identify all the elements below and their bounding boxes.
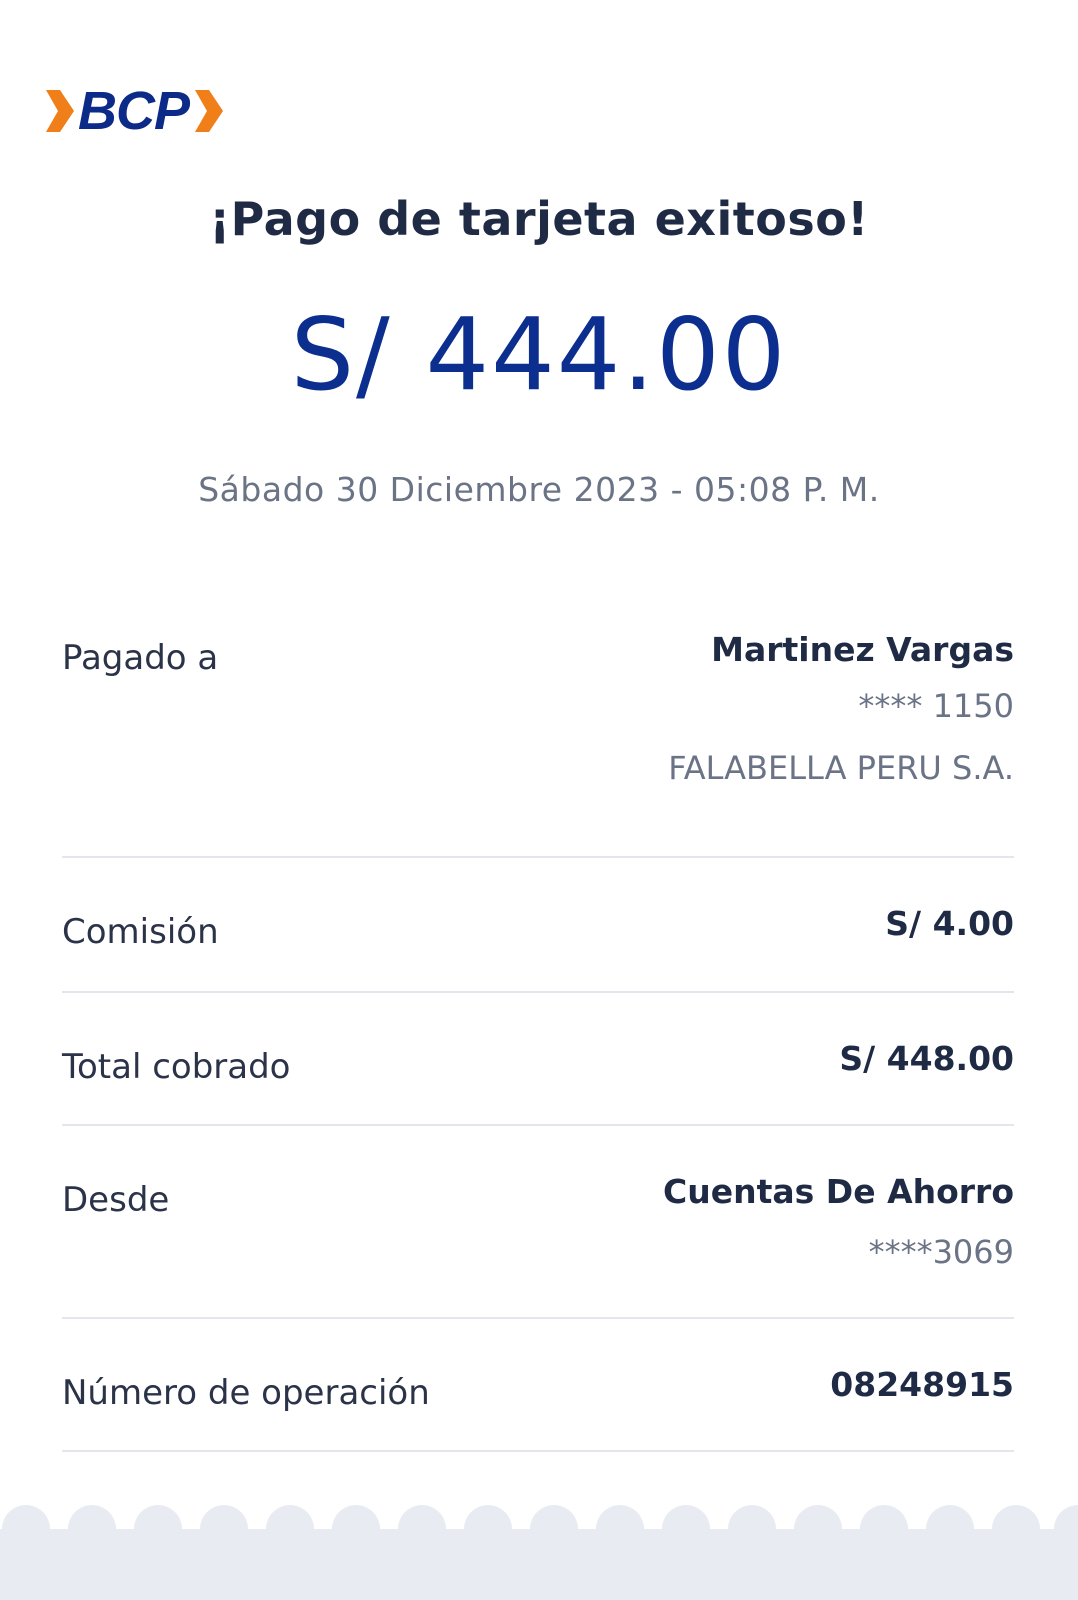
recipient-name: Martinez Vargas xyxy=(711,630,1014,669)
paid-to-values: Martinez Vargas **** 1150 FALABELLA PERU… xyxy=(668,630,1014,787)
commission-label: Comisión xyxy=(62,912,219,952)
detail-row-commission: Comisión S/ 4.00 xyxy=(62,858,1014,993)
detail-row-operation: Número de operación 08248915 xyxy=(62,1319,1014,1452)
page-title: ¡Pago de tarjeta exitoso! xyxy=(209,192,869,246)
total-label: Total cobrado xyxy=(62,1047,291,1087)
source-account-number: ****3069 xyxy=(868,1233,1014,1271)
commission-value: S/ 4.00 xyxy=(885,904,1014,943)
operation-number: 08248915 xyxy=(830,1365,1014,1404)
payment-amount: S/ 444.00 xyxy=(290,296,788,413)
chevron-left-logo-icon xyxy=(46,90,74,132)
detail-row-paid-to: Pagado a Martinez Vargas **** 1150 FALAB… xyxy=(62,600,1014,858)
total-value: S/ 448.00 xyxy=(839,1039,1014,1078)
paid-to-label: Pagado a xyxy=(62,638,219,678)
detail-row-total: Total cobrado S/ 448.00 xyxy=(62,993,1014,1126)
operation-label: Número de operación xyxy=(62,1373,430,1413)
recipient-card-number: **** 1150 xyxy=(858,687,1014,725)
bcp-logo: BCP xyxy=(42,84,225,138)
recipient-entity: FALABELLA PERU S.A. xyxy=(668,749,1014,787)
chevron-right-logo-icon xyxy=(195,90,224,132)
from-label: Desde xyxy=(62,1180,170,1220)
detail-row-from: Desde Cuentas De Ahorro ****3069 xyxy=(62,1126,1014,1319)
source-account-type: Cuentas De Ahorro xyxy=(663,1172,1014,1211)
payment-datetime: Sábado 30 Diciembre 2023 - 05:08 P. M. xyxy=(198,470,880,509)
receipt-scalloped-edge xyxy=(0,1505,1078,1600)
receipt-details: Pagado a Martinez Vargas **** 1150 FALAB… xyxy=(62,600,1014,1452)
logo-text: BCP xyxy=(78,81,190,141)
